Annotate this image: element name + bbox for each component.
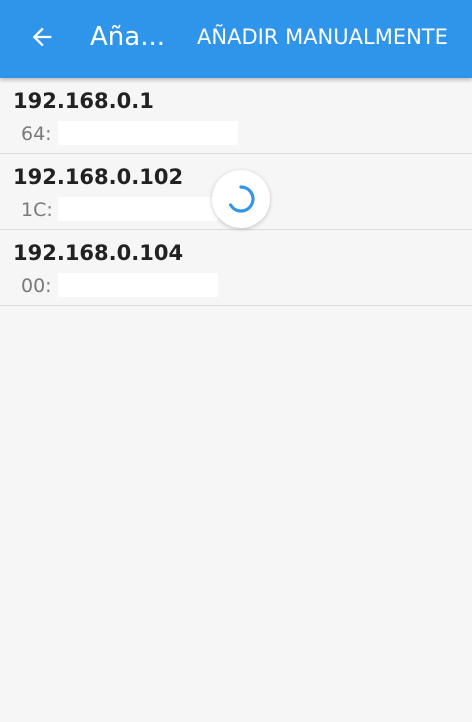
device-item[interactable]: 192.168.0.1 64: xyxy=(0,78,472,154)
back-button[interactable] xyxy=(22,17,62,57)
arrow-left-icon xyxy=(32,27,52,47)
device-ip: 192.168.0.102 xyxy=(13,165,184,189)
redacted-mac-mask xyxy=(58,273,218,297)
page-title: Aña... xyxy=(90,22,165,52)
device-ip: 192.168.0.104 xyxy=(13,241,184,265)
add-manually-button[interactable]: AÑADIR MANUALMENTE xyxy=(197,23,448,51)
device-mac: 64: xyxy=(21,123,52,145)
device-mac: 00: xyxy=(21,275,52,297)
redacted-mac-mask xyxy=(58,197,218,221)
app-bar: Aña... AÑADIR MANUALMENTE xyxy=(0,0,472,78)
device-item[interactable]: 192.168.0.104 00: xyxy=(0,230,472,306)
redacted-mac-mask xyxy=(58,121,238,145)
device-ip: 192.168.0.1 xyxy=(13,89,154,113)
device-mac: 1C: xyxy=(21,199,53,221)
loading-spinner-icon xyxy=(229,185,255,213)
loading-indicator xyxy=(212,170,270,228)
